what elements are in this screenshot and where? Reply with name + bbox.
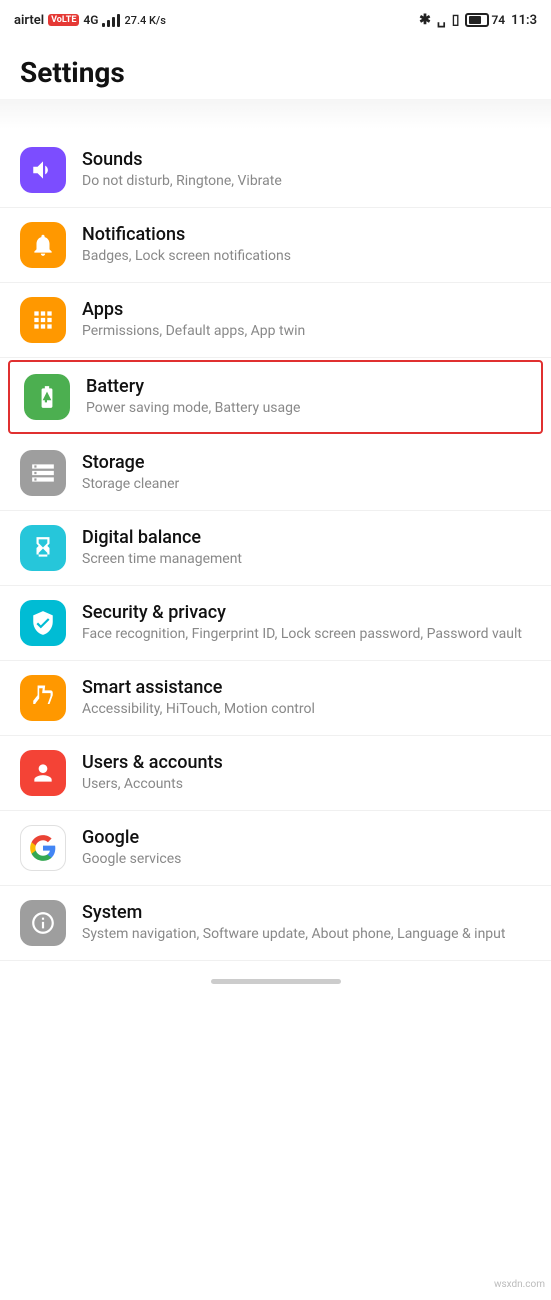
- carrier-name: airtel: [14, 13, 44, 28]
- smart-assistance-subtitle: Accessibility, HiTouch, Motion control: [82, 700, 531, 718]
- battery-icon: [34, 384, 60, 410]
- system-title: System: [82, 902, 531, 923]
- settings-item-digital-balance[interactable]: Digital balance Screen time management: [0, 511, 551, 586]
- shield-icon: [30, 610, 56, 636]
- digital-balance-text: Digital balance Screen time management: [82, 527, 531, 568]
- signal-bar-3: [112, 17, 115, 27]
- apps-icon-container: [20, 297, 66, 343]
- security-icon-container: [20, 600, 66, 646]
- security-text: Security & privacy Face recognition, Fin…: [82, 602, 531, 643]
- signal-bar-1: [102, 23, 105, 27]
- google-text: Google Google services: [82, 827, 531, 868]
- status-bar: airtel VoLTE 4G 27.4 K/s ✱ ␣ ▯ 74 11:3: [0, 0, 551, 40]
- apps-subtitle: Permissions, Default apps, App twin: [82, 322, 531, 340]
- settings-item-security-privacy[interactable]: Security & privacy Face recognition, Fin…: [0, 586, 551, 661]
- settings-item-notifications[interactable]: Notifications Badges, Lock screen notifi…: [0, 208, 551, 283]
- network-badge: VoLTE: [48, 14, 79, 26]
- storage-title: Storage: [82, 452, 531, 473]
- digital-balance-icon-container: [20, 525, 66, 571]
- battery-fill: [469, 16, 480, 24]
- page-title: Settings: [20, 56, 531, 89]
- notifications-icon-container: [20, 222, 66, 268]
- hand-icon: [30, 685, 56, 711]
- apps-text: Apps Permissions, Default apps, App twin: [82, 299, 531, 340]
- smart-assistance-icon-container: [20, 675, 66, 721]
- page-header: Settings: [0, 40, 551, 99]
- notifications-title: Notifications: [82, 224, 531, 245]
- signal-bar-2: [107, 20, 110, 27]
- smart-assistance-text: Smart assistance Accessibility, HiTouch,…: [82, 677, 531, 718]
- settings-item-storage[interactable]: Storage Storage cleaner: [0, 436, 551, 511]
- home-bar: [211, 979, 341, 984]
- notifications-subtitle: Badges, Lock screen notifications: [82, 247, 531, 265]
- battery-display: [465, 13, 489, 27]
- bluetooth-icon: ✱: [419, 12, 431, 28]
- smart-assistance-title: Smart assistance: [82, 677, 531, 698]
- digital-balance-subtitle: Screen time management: [82, 550, 531, 568]
- users-icon-container: [20, 750, 66, 796]
- system-text: System System navigation, Software updat…: [82, 902, 531, 943]
- speed: 27.4 K/s: [124, 14, 165, 27]
- info-icon: [30, 910, 56, 936]
- vibrate-icon: ␣: [437, 12, 446, 28]
- sounds-icon-container: [20, 147, 66, 193]
- google-icon-container: [20, 825, 66, 871]
- digital-balance-title: Digital balance: [82, 527, 531, 548]
- battery-icon-container: [24, 374, 70, 420]
- hourglass-icon: [30, 535, 56, 561]
- system-subtitle: System navigation, Software update, Abou…: [82, 925, 531, 943]
- settings-item-smart-assistance[interactable]: Smart assistance Accessibility, HiTouch,…: [0, 661, 551, 736]
- sounds-subtitle: Do not disturb, Ringtone, Vibrate: [82, 172, 531, 190]
- scroll-hint: [0, 99, 551, 129]
- settings-item-apps[interactable]: Apps Permissions, Default apps, App twin: [0, 283, 551, 358]
- settings-item-google[interactable]: Google Google services: [0, 811, 551, 886]
- status-right: ✱ ␣ ▯ 74 11:3: [419, 12, 537, 28]
- battery-text: Battery Power saving mode, Battery usage: [86, 376, 527, 417]
- system-icon-container: [20, 900, 66, 946]
- storage-subtitle: Storage cleaner: [82, 475, 531, 493]
- security-title: Security & privacy: [82, 602, 531, 623]
- carrier-info: airtel VoLTE 4G 27.4 K/s: [14, 13, 166, 28]
- users-accounts-subtitle: Users, Accounts: [82, 775, 531, 793]
- battery-subtitle: Power saving mode, Battery usage: [86, 399, 527, 417]
- users-accounts-title: Users & accounts: [82, 752, 531, 773]
- settings-list: Sounds Do not disturb, Ringtone, Vibrate…: [0, 133, 551, 961]
- apps-title: Apps: [82, 299, 531, 320]
- google-icon: [29, 834, 57, 862]
- settings-item-sounds[interactable]: Sounds Do not disturb, Ringtone, Vibrate: [0, 133, 551, 208]
- time-display: 11:3: [511, 13, 537, 28]
- battery-container: 74: [465, 13, 505, 27]
- storage-icon-container: [20, 450, 66, 496]
- signal-bars: [102, 13, 120, 27]
- security-subtitle: Face recognition, Fingerprint ID, Lock s…: [82, 625, 531, 643]
- signal-bar-4: [117, 14, 120, 27]
- volume-icon: [30, 157, 56, 183]
- settings-item-system[interactable]: System System navigation, Software updat…: [0, 886, 551, 961]
- sounds-title: Sounds: [82, 149, 531, 170]
- sounds-text: Sounds Do not disturb, Ringtone, Vibrate: [82, 149, 531, 190]
- storage-text: Storage Storage cleaner: [82, 452, 531, 493]
- apps-icon: [30, 307, 56, 333]
- google-title: Google: [82, 827, 531, 848]
- bell-icon: [30, 232, 56, 258]
- screen-icon: ▯: [452, 12, 460, 28]
- home-indicator: [0, 961, 551, 998]
- settings-item-users-accounts[interactable]: Users & accounts Users, Accounts: [0, 736, 551, 811]
- users-accounts-text: Users & accounts Users, Accounts: [82, 752, 531, 793]
- watermark: wsxdn.com: [494, 1279, 545, 1290]
- google-subtitle: Google services: [82, 850, 531, 868]
- person-icon: [30, 760, 56, 786]
- battery-percent: 74: [491, 13, 505, 27]
- notifications-text: Notifications Badges, Lock screen notifi…: [82, 224, 531, 265]
- settings-item-battery[interactable]: Battery Power saving mode, Battery usage: [8, 360, 543, 434]
- storage-icon: [30, 460, 56, 486]
- network-type: 4G: [83, 13, 98, 27]
- battery-title: Battery: [86, 376, 527, 397]
